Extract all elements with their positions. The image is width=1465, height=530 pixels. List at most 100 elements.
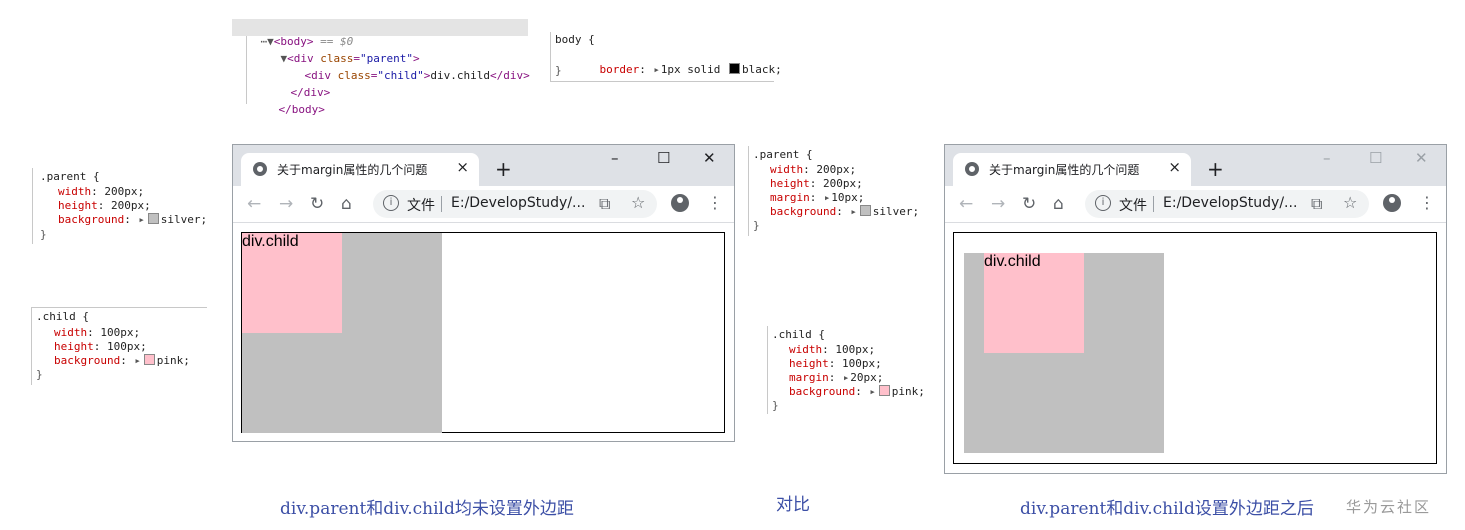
color-swatch[interactable] [878,385,890,396]
expand-triangle-icon[interactable]: ▶ [844,371,848,385]
child-text: div.child [984,253,1041,270]
rule-declaration-background[interactable]: background: ▶ silver; [58,213,207,227]
rule-declaration-height[interactable]: height: 200px; [770,177,863,191]
info-icon[interactable]: i [383,195,399,211]
translate-icon[interactable]: ⧉ [1311,194,1322,214]
dom-line-body-close[interactable]: </body> [252,89,325,131]
url-text[interactable]: E:/DevelopStudy/... [1163,195,1297,211]
translate-icon[interactable]: ⧉ [599,194,610,214]
tab-strip: 关于margin属性的几个问题 × + – ☐ ✕ [945,145,1446,186]
rule-selector: .parent { [753,148,813,161]
expand-triangle-icon[interactable]: ▶ [135,354,139,368]
back-button[interactable]: ← [247,194,261,214]
maximize-button[interactable]: ☐ [1369,149,1382,167]
new-tab-button[interactable]: + [1207,157,1224,181]
globe-icon [965,162,979,176]
elements-panel: ⋯▼<body> == $0 ▼<div class="parent"> <di… [232,18,530,116]
home-button[interactable]: ⌂ [341,194,352,214]
minimize-button[interactable]: – [611,149,619,167]
color-swatch[interactable] [147,213,159,224]
address-bar[interactable]: i 文件 E:/DevelopStudy/... ⧉ ☆ [1085,190,1369,218]
body-element: div.child [953,232,1437,464]
rule-declaration-height[interactable]: height: 100px; [54,340,147,354]
right-child-rule: .child { width: 100px; height: 100px; ma… [767,326,937,414]
child-box: div.child [984,253,1084,353]
home-button[interactable]: ⌂ [1053,194,1064,214]
expand-triangle-icon[interactable]: ▶ [139,213,143,227]
rule-close: } [36,368,43,381]
close-window-button[interactable]: ✕ [1415,149,1428,167]
bookmark-star-icon[interactable]: ☆ [631,193,645,212]
parent-box: div.child [242,233,442,433]
expand-triangle-icon[interactable]: ▶ [655,63,659,77]
left-child-rule: .child { width: 100px; height: 100px; ba… [31,307,207,385]
minimize-button[interactable]: – [1323,149,1331,167]
color-swatch[interactable] [859,205,871,216]
rule-declaration-margin[interactable]: margin: ▶ 20px; [789,371,883,385]
file-scheme-label: 文件 [407,198,435,214]
rule-declaration-height[interactable]: height: 100px; [789,357,882,371]
rule-guide [767,326,768,414]
omnibox-divider [1153,196,1154,212]
parent-box: div.child [964,253,1164,453]
page-viewport: div.child [945,223,1446,473]
left-parent-rule: .parent { width: 200px; height: 200px; b… [32,168,212,244]
right-parent-rule: .parent { width: 200px; height: 200px; m… [748,146,928,236]
browser-tab[interactable]: 关于margin属性的几个问题 × [953,153,1191,186]
back-button[interactable]: ← [959,194,973,214]
menu-kebab-icon[interactable]: ⋮ [707,193,723,212]
rule-declaration-width[interactable]: width: 200px; [770,163,856,177]
reload-button[interactable]: ↻ [310,194,324,214]
rule-close: } [40,228,47,241]
color-swatch[interactable] [728,63,740,74]
globe-icon [253,162,267,176]
tab-title: 关于margin属性的几个问题 [277,163,428,177]
expand-triangle-icon[interactable]: ▶ [851,205,855,219]
rule-close: } [555,64,562,77]
body-style-rule: body { border: ▶ 1px solid black; } [550,32,782,82]
rule-declaration-width[interactable]: width: 200px; [58,185,144,199]
new-tab-button[interactable]: + [495,157,512,181]
watermark-text: 华为云社区 [1346,498,1432,516]
forward-button[interactable]: → [279,194,293,214]
caption-middle: 对比 [776,495,810,515]
browser-tab[interactable]: 关于margin属性的几个问题 × [241,153,479,186]
rule-declaration-background[interactable]: background: ▶ pink; [54,354,190,368]
tab-close-icon[interactable]: × [1168,158,1181,176]
tab-close-icon[interactable]: × [456,158,469,176]
rule-declaration-border[interactable]: border: ▶ 1px solid black; [573,49,782,91]
profile-avatar-icon[interactable] [1383,194,1401,212]
rule-selector: .child { [36,310,89,323]
rule-divider [31,307,207,308]
color-swatch[interactable] [143,354,155,365]
info-icon[interactable]: i [1095,195,1111,211]
rule-selector: .parent { [40,170,100,183]
maximize-button[interactable]: ☐ [657,149,670,167]
rule-declaration-background[interactable]: background: ▶ pink; [789,385,925,399]
rule-declaration-margin[interactable]: margin: ▶ 10px; [770,191,864,205]
rule-guide [31,307,32,385]
caption-right: div.parent和div.child设置外边距之后 [1020,499,1314,519]
body-element: div.child [241,232,725,433]
rule-declaration-width[interactable]: width: 100px; [54,326,140,340]
rule-close: } [753,219,760,232]
rule-selector: .child { [772,328,825,341]
caption-left: div.parent和div.child均未设置外边距 [280,499,574,519]
address-bar[interactable]: i 文件 E:/DevelopStudy/... ⧉ ☆ [373,190,657,218]
rule-close: } [772,399,779,412]
profile-avatar-icon[interactable] [671,194,689,212]
tab-title: 关于margin属性的几个问题 [989,163,1140,177]
close-window-button[interactable]: ✕ [703,149,716,167]
menu-kebab-icon[interactable]: ⋮ [1419,193,1435,212]
rule-declaration-background[interactable]: background: ▶ silver; [770,205,919,219]
rule-declaration-height[interactable]: height: 200px; [58,199,151,213]
rule-declaration-width[interactable]: width: 100px; [789,343,875,357]
forward-button[interactable]: → [991,194,1005,214]
expand-triangle-icon[interactable]: ▶ [870,385,874,399]
reload-button[interactable]: ↻ [1022,194,1036,214]
bookmark-star-icon[interactable]: ☆ [1343,193,1357,212]
file-scheme-label: 文件 [1119,198,1147,214]
url-text[interactable]: E:/DevelopStudy/... [451,195,585,211]
expand-triangle-icon[interactable]: ▶ [825,191,829,205]
rule-guide [748,146,749,236]
